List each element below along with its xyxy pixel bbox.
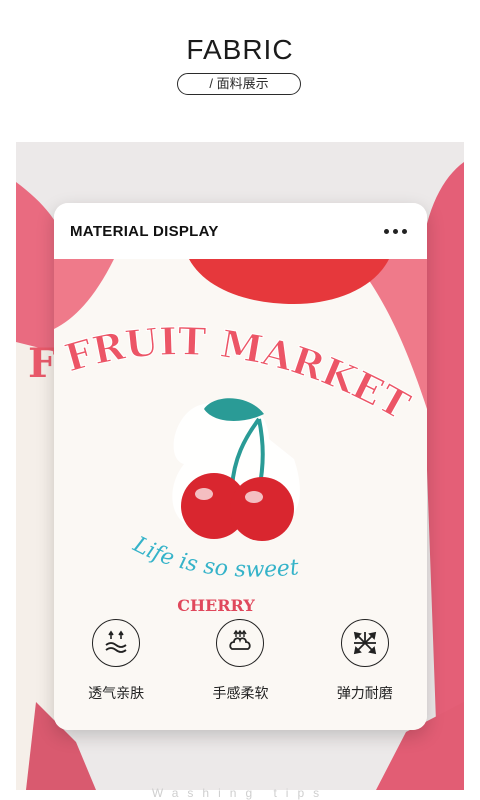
feature-list: 透气亲肤 手感柔软 弹力耐磨 — [54, 619, 427, 703]
feature-label: 弹力耐磨 — [336, 685, 393, 701]
page-title: FABRIC — [186, 34, 294, 65]
feature-label: 透气亲肤 — [88, 685, 145, 701]
card-header: MATERIAL DISPLAY — [54, 203, 427, 259]
svg-text:F: F — [28, 340, 56, 387]
washing-tips-hint: Washing tips — [151, 786, 329, 800]
section-subtitle-pill: / 面料展示 — [177, 73, 301, 95]
more-dots-icon[interactable] — [380, 225, 411, 238]
feature-item: 透气亲肤 — [61, 619, 171, 703]
breathable-icon — [92, 619, 141, 667]
soft-touch-icon — [216, 619, 265, 667]
feature-item: 弹力耐磨 — [310, 619, 420, 703]
card-title: MATERIAL DISPLAY — [70, 222, 219, 240]
elastic-icon — [340, 619, 389, 667]
print-brand: CHERRY — [177, 596, 255, 615]
feature-item: 手感柔软 — [185, 619, 295, 703]
material-display-card: MATERIAL DISPLAY FRUIT MARKET Life is so… — [54, 203, 427, 730]
feature-label: 手感柔软 — [212, 685, 269, 701]
